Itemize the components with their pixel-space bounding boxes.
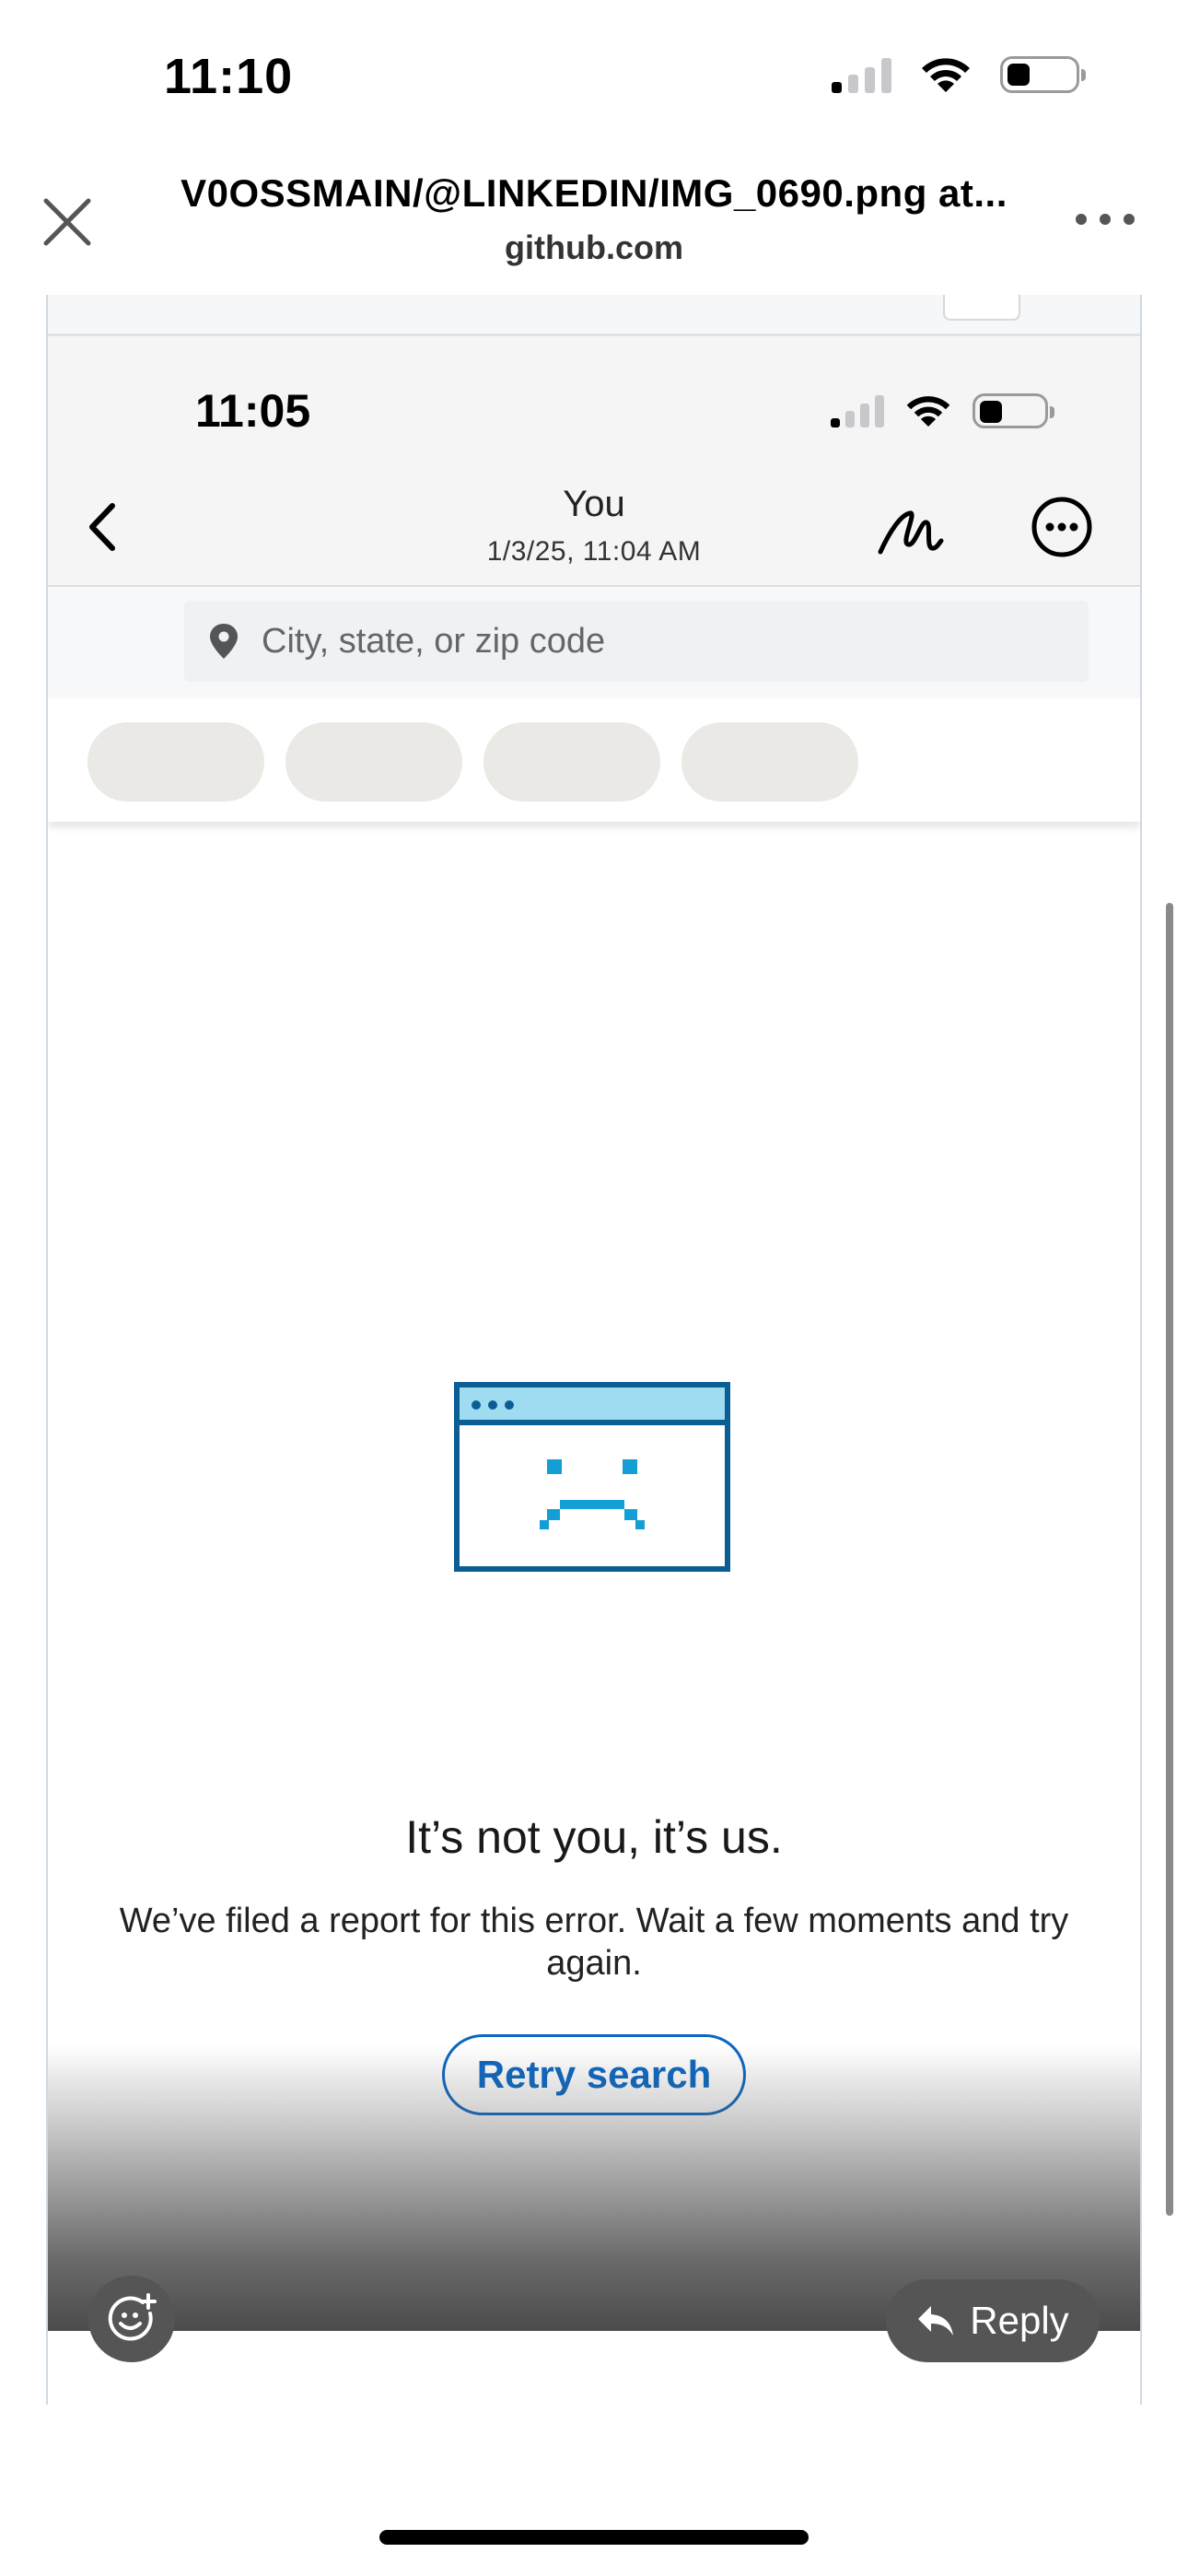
frame-top-edge <box>48 295 1140 336</box>
status-time: 11:10 <box>164 49 294 104</box>
page-domain: github.com <box>505 228 683 266</box>
nav-timestamp: 1/3/25, 11:04 AM <box>486 536 702 567</box>
more-dots-icon[interactable] <box>1076 214 1135 225</box>
wifi-icon <box>922 58 970 92</box>
filter-pill-placeholder[interactable] <box>681 722 858 802</box>
close-icon[interactable] <box>35 190 99 254</box>
filter-pill-placeholder[interactable] <box>87 722 264 802</box>
page-title: V0OSSMAIN/@LINKEDIN/IMG_0690.png at... <box>181 171 1007 215</box>
sad-browser-window-icon <box>454 1382 730 1572</box>
location-search-input[interactable] <box>260 620 1074 662</box>
battery-icon <box>973 393 1054 428</box>
add-emoji-icon <box>108 2293 157 2341</box>
error-title: It’s not you, it’s us. <box>405 1811 783 1863</box>
inner-status-icons <box>831 393 1054 428</box>
location-search-box[interactable] <box>184 601 1089 682</box>
battery-icon <box>1000 56 1086 93</box>
more-circle-icon[interactable] <box>1030 495 1094 559</box>
vertical-scrollbar[interactable] <box>1166 903 1173 2216</box>
location-search-area <box>48 588 1140 698</box>
add-emoji-button[interactable] <box>88 2276 175 2362</box>
reply-arrow-icon <box>918 2306 954 2336</box>
filter-pill-bar <box>48 702 1140 822</box>
location-pin-icon <box>210 624 238 659</box>
status-icons <box>832 55 1086 94</box>
message-nav-bar: You 1/3/25, 11:04 AM <box>48 474 1140 587</box>
error-message: We’ve filed a report for this error. Wai… <box>119 1902 1069 1983</box>
nav-title: You <box>563 484 625 524</box>
reply-label: Reply <box>970 2299 1069 2342</box>
markup-pen-icon[interactable] <box>873 495 947 568</box>
filter-pill-placeholder[interactable] <box>285 722 462 802</box>
filter-pill-placeholder[interactable] <box>483 722 660 802</box>
image-viewer-frame: 11:05 You 1/3/25, 11:04 AM City, state, … <box>46 295 1142 2405</box>
reply-button[interactable]: Reply <box>886 2279 1100 2362</box>
inner-status-time: 11:05 <box>195 385 311 437</box>
page-header: V0OSSMAIN/@LINKEDIN/IMG_0690.png at... g… <box>147 171 1041 267</box>
cellular-signal-icon <box>831 394 884 427</box>
retry-search-button[interactable]: Retry search <box>442 2034 746 2115</box>
wifi-icon <box>906 396 950 427</box>
nav-title-block: You 1/3/25, 11:04 AM <box>48 484 1140 568</box>
inner-status-bar: 11:05 <box>48 336 1140 474</box>
cellular-signal-icon <box>832 56 891 93</box>
home-indicator[interactable] <box>379 2530 809 2545</box>
